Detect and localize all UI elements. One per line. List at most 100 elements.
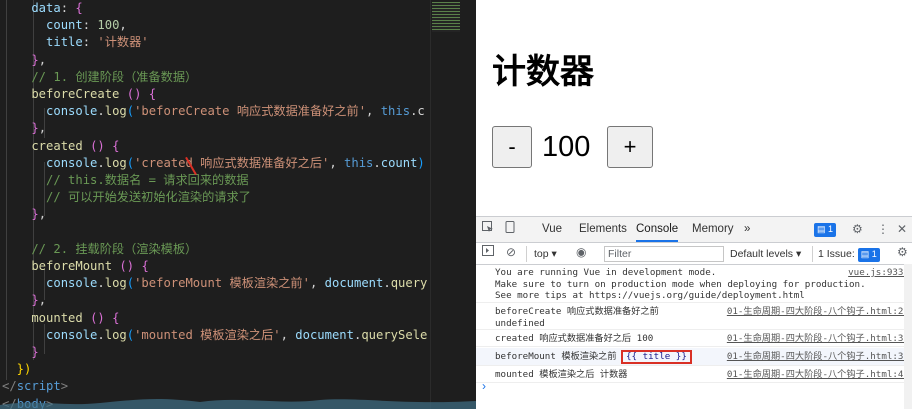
inspect-element-icon[interactable] (482, 217, 494, 242)
code-token: ( (126, 276, 135, 291)
code-token: } (2, 121, 39, 136)
gear-icon[interactable]: ⚙ (852, 217, 863, 242)
minimap[interactable] (432, 2, 460, 32)
code-token: // this.数据名 = 请求回来的数据 (2, 173, 249, 187)
code-token: 'mounted 模板渲染之后' (134, 327, 281, 342)
close-icon[interactable]: ✕ (897, 217, 907, 242)
code-token: , (38, 293, 47, 308)
editor-scrollbar[interactable] (430, 0, 476, 409)
code-line: data: { (2, 0, 82, 17)
message-source-link[interactable]: 01-生命周期-四大阶段-八个钩子.html:29 (727, 306, 909, 318)
tab-memory[interactable]: Memory (692, 217, 734, 242)
code-token: { (112, 310, 120, 325)
code-token: , (329, 155, 345, 170)
code-line: count: 100, (2, 16, 127, 34)
code-token: 'created 响应式数据准备好之后' (134, 155, 330, 170)
message-source-link[interactable]: 01-生命周期-四大阶段-八个钩子.html:32 (727, 333, 909, 345)
code-token: .c (410, 104, 425, 119)
separator (812, 246, 813, 262)
code-token: > (60, 379, 69, 394)
devtools-panel: Vue Elements Console Memory » ▤ 1 ⚙ ⋮ ✕ … (476, 216, 912, 409)
kebab-menu-icon[interactable]: ⋮ (877, 217, 889, 242)
console-settings-icon[interactable]: ⚙ (897, 241, 908, 263)
code-token: log (104, 276, 127, 291)
issues-count-badge: ▤ 1 (857, 248, 880, 262)
message-source-link[interactable]: vue.js:9330 (848, 267, 909, 279)
code-token: created (2, 138, 83, 153)
code-token: querySele (361, 327, 428, 342)
code-token: ) (417, 155, 425, 170)
code-token: } (2, 345, 39, 359)
code-token: () (126, 87, 142, 101)
page-title: 计数器 (492, 52, 594, 92)
tab-console[interactable]: Console (636, 217, 679, 242)
clear-console-icon[interactable]: ⊘ (506, 241, 516, 263)
more-tabs-button[interactable]: » (744, 217, 750, 242)
increment-button[interactable]: + (607, 126, 653, 168)
code-token: title (2, 35, 83, 50)
code-token: // 1. 创建阶段（准备数据） (2, 69, 198, 84)
code-token: console (2, 155, 98, 170)
code-line: console.log('created 响应式数据准备好之后', this.c… (2, 154, 425, 172)
console-output: You are running Vue in development mode.… (476, 265, 912, 409)
console-scrollbar[interactable] (904, 264, 912, 409)
issues-label: 1 Issue: (818, 248, 855, 260)
code-line: mounted () { (2, 309, 119, 327)
count-value: 100 (542, 131, 591, 163)
separator (526, 246, 527, 262)
code-token: console (2, 327, 98, 342)
console-prompt[interactable]: › (482, 379, 486, 393)
code-token: console (2, 104, 98, 119)
code-line: // 1. 创建阶段（准备数据） (2, 68, 197, 86)
issues-badge[interactable]: ▤ 1 (814, 223, 837, 237)
code-token: beforeCreate (2, 87, 120, 101)
device-toggle-icon[interactable] (504, 217, 516, 242)
code-token: : (82, 18, 98, 33)
decrement-button[interactable]: - (492, 126, 532, 168)
context-select[interactable]: top ▾ (534, 246, 557, 262)
code-token: query (390, 276, 428, 291)
code-token: this (380, 104, 411, 119)
code-editor[interactable]: data: { count: 100, title: '计数器' }, // 1… (0, 0, 430, 409)
code-token: , (309, 276, 325, 291)
code-token: console (2, 276, 98, 291)
code-token: script (16, 379, 61, 394)
filter-input[interactable]: Filter (604, 246, 724, 262)
code-line: // 可以开始发送初始化渲染的请求了 (2, 188, 251, 206)
code-token: ( (126, 155, 135, 170)
code-token: , (280, 327, 296, 342)
code-token: , (38, 121, 47, 136)
code-token: count (380, 155, 418, 170)
code-token: document (295, 327, 354, 342)
code-token: </ (2, 379, 17, 394)
sidebar-toggle-icon[interactable] (482, 241, 494, 263)
issues-button[interactable]: 1 Issue: ▤ 1 (818, 246, 880, 262)
code-line: console.log('mounted 模板渲染之后', document.q… (2, 326, 427, 344)
eye-icon[interactable]: ◉ (576, 241, 586, 263)
tab-vue[interactable]: Vue (542, 217, 562, 242)
code-token: ( (126, 104, 135, 119)
tab-elements[interactable]: Elements (579, 217, 627, 242)
log-levels-select[interactable]: Default levels ▾ (730, 246, 801, 262)
console-filterbar: ⊘ top ▾ ◉ Filter Default levels ▾ 1 Issu… (476, 243, 912, 265)
browser-page: 计数器 - 100 + (476, 0, 912, 216)
issues-badge-count: 1 (828, 224, 834, 234)
code-token: () (90, 310, 105, 325)
code-token: , (366, 104, 381, 119)
code-token: ( (126, 327, 135, 342)
code-line: beforeMount () { (2, 257, 148, 275)
code-token: . (97, 276, 105, 291)
code-token: count (2, 18, 83, 33)
code-line: created () { (2, 137, 119, 155)
message-source-link[interactable]: 01-生命周期-四大阶段-八个钩子.html:42 (727, 369, 909, 381)
code-line: console.log('beforeCreate 响应式数据准备好之前', t… (2, 102, 425, 120)
code-line: }, (2, 205, 46, 223)
code-token: , (38, 52, 47, 67)
message-source-link[interactable]: 01-生命周期-四大阶段-八个钩子.html:39 (727, 351, 909, 363)
console-message: mounted 模板渲染之后 计数器 01-生命周期-四大阶段-八个钩子.htm… (476, 367, 912, 383)
devtools-tabbar: Vue Elements Console Memory » ▤ 1 ⚙ ⋮ ✕ (476, 217, 912, 243)
